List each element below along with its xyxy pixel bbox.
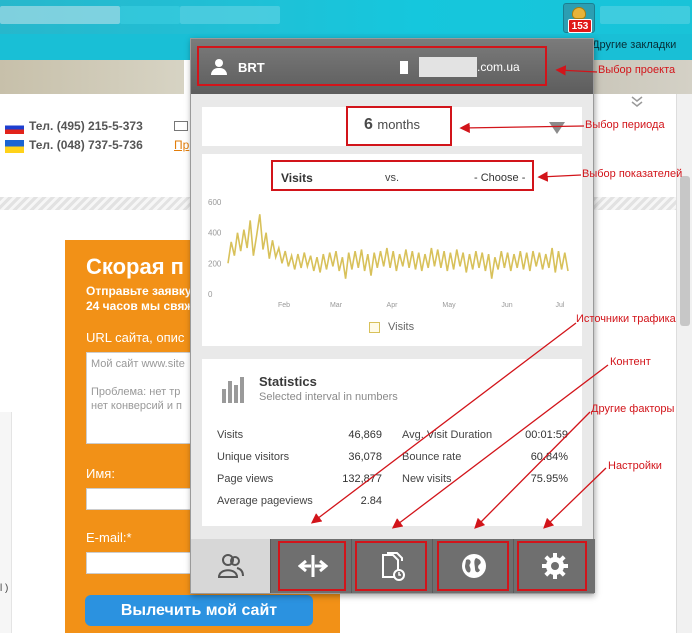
annotation-arrow — [310, 322, 577, 524]
annotation-arrow — [459, 122, 585, 134]
annotation-arrow — [543, 467, 607, 529]
annotation-arrow — [555, 65, 598, 76]
annotation-arrow — [537, 171, 582, 182]
annotation-arrows — [310, 65, 609, 529]
annotation-arrow — [474, 411, 591, 529]
